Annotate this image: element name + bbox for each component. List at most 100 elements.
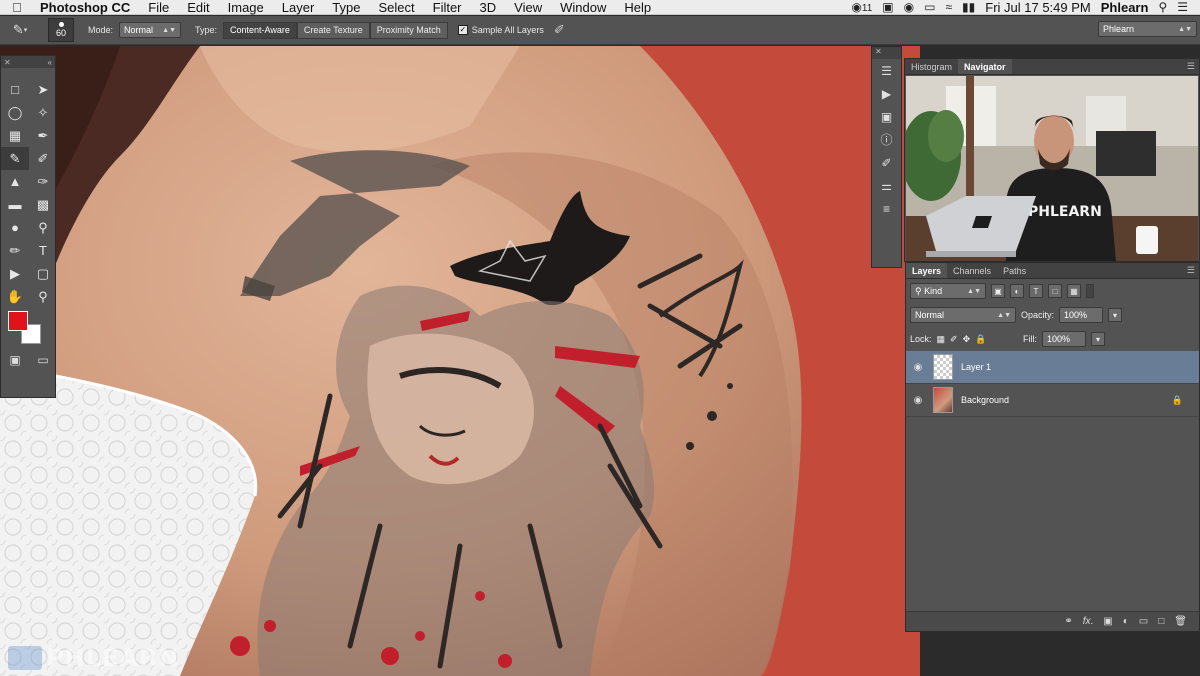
- type-create-texture[interactable]: Create Texture: [296, 21, 370, 39]
- new-group-icon[interactable]: ▭: [1139, 616, 1148, 627]
- eyedropper-tool-icon[interactable]: ✒: [29, 124, 57, 147]
- menu-file[interactable]: File: [139, 0, 178, 15]
- type-proximity-match[interactable]: Proximity Match: [369, 21, 448, 39]
- layer-filter-select[interactable]: ⚲ Kind ▲▼: [910, 283, 986, 299]
- lock-image-icon[interactable]: ✐: [950, 334, 958, 345]
- panel-menu-icon[interactable]: ☰: [1187, 263, 1199, 278]
- filter-toggle[interactable]: [1086, 284, 1094, 298]
- fill-slider-icon[interactable]: ▾: [1091, 332, 1105, 346]
- tools-panel-header[interactable]: ✕ «: [1, 56, 55, 68]
- creative-cloud-icon[interactable]: ◉11: [851, 0, 872, 14]
- spotlight-search-icon[interactable]: ⚲: [1158, 0, 1167, 14]
- menu-type[interactable]: Type: [323, 0, 369, 15]
- wifi-icon[interactable]: ≈: [945, 0, 952, 14]
- layer-name[interactable]: Background: [961, 395, 1009, 405]
- filter-smartobject-icon[interactable]: ▦: [1067, 284, 1081, 298]
- sample-all-layers-checkbox[interactable]: ✓ Sample All Layers: [457, 25, 544, 35]
- menu-filter[interactable]: Filter: [424, 0, 471, 15]
- opacity-field[interactable]: 100%: [1059, 307, 1104, 323]
- adjustment-layer-icon[interactable]: ◐: [1123, 616, 1129, 627]
- fill-field[interactable]: 100%: [1042, 331, 1086, 347]
- move-tool-icon[interactable]: ➤: [29, 78, 57, 101]
- pen-tool-icon[interactable]: ✏: [1, 239, 29, 262]
- panel-menu-icon[interactable]: ☰: [1187, 59, 1199, 74]
- apple-menu-icon[interactable]: : [0, 0, 34, 15]
- adjustments-panel-icon[interactable]: ▣: [872, 105, 901, 128]
- lock-transparency-icon[interactable]: ▦: [937, 334, 946, 345]
- blend-mode-select[interactable]: Normal ▲▼: [910, 307, 1016, 323]
- lasso-tool-icon[interactable]: ◯: [1, 101, 29, 124]
- link-layers-icon[interactable]: ⚭: [1064, 616, 1072, 627]
- menu-edit[interactable]: Edit: [178, 0, 218, 15]
- mode-select[interactable]: Normal ▲▼: [119, 22, 182, 38]
- eraser-tool-icon[interactable]: ▬: [1, 193, 29, 216]
- eye-icon[interactable]: ◉: [906, 395, 930, 406]
- tab-histogram[interactable]: Histogram: [905, 59, 958, 74]
- spot-healing-tool-icon[interactable]: ✎: [1, 147, 29, 170]
- clone-stamp-tool-icon[interactable]: ▲: [1, 170, 29, 193]
- layer-name[interactable]: Layer 1: [961, 362, 991, 372]
- menu-3d[interactable]: 3D: [471, 0, 506, 15]
- document-canvas[interactable]: PHLEARN: [0, 46, 920, 676]
- brush-size-picker[interactable]: 60: [48, 18, 74, 42]
- menu-image[interactable]: Image: [219, 0, 273, 15]
- menu-select[interactable]: Select: [369, 0, 423, 15]
- clock[interactable]: Fri Jul 17 5:49 PM: [985, 0, 1091, 15]
- user-menu[interactable]: Phlearn: [1101, 0, 1149, 15]
- tab-navigator[interactable]: Navigator: [958, 59, 1012, 74]
- actions-panel-icon[interactable]: ▶: [872, 82, 901, 105]
- history-panel-icon[interactable]: ☰: [872, 59, 901, 82]
- trash-icon[interactable]: 🗑: [1174, 616, 1187, 627]
- dodge-tool-icon[interactable]: ⚲: [29, 216, 57, 239]
- notification-center-icon[interactable]: ☰: [1177, 0, 1188, 14]
- airplay-icon[interactable]: ▭: [924, 0, 935, 14]
- history-brush-tool-icon[interactable]: ✑: [29, 170, 57, 193]
- menu-help[interactable]: Help: [615, 0, 660, 15]
- menu-layer[interactable]: Layer: [273, 0, 324, 15]
- layer-style-icon[interactable]: fx.: [1083, 616, 1094, 627]
- type-content-aware[interactable]: Content-Aware: [223, 21, 297, 39]
- blur-tool-icon[interactable]: ●: [1, 216, 29, 239]
- battery-icon[interactable]: ▮▮: [962, 0, 975, 14]
- spot-healing-brush-icon[interactable]: ✎ ▾: [6, 19, 34, 41]
- workspace-select[interactable]: Phlearn ▲▼: [1098, 21, 1197, 37]
- quick-selection-tool-icon[interactable]: ✧: [29, 101, 57, 124]
- gradient-tool-icon[interactable]: ▩: [29, 193, 57, 216]
- brush-tool-icon[interactable]: ✐: [29, 147, 57, 170]
- app-menu[interactable]: Photoshop CC: [34, 0, 139, 15]
- filter-shape-icon[interactable]: □: [1048, 284, 1062, 298]
- layer-row-layer-1[interactable]: ◉ Layer 1: [906, 351, 1199, 384]
- crop-tool-icon[interactable]: ▦: [1, 124, 29, 147]
- filter-adjustment-icon[interactable]: ◐: [1010, 284, 1024, 298]
- paragraph-panel-icon[interactable]: ≡: [872, 197, 901, 220]
- tab-paths[interactable]: Paths: [997, 263, 1032, 278]
- tab-channels[interactable]: Channels: [947, 263, 997, 278]
- zoom-tool-icon[interactable]: ⚲: [29, 285, 57, 308]
- marquee-tool-icon[interactable]: □: [1, 78, 29, 101]
- new-layer-icon[interactable]: □: [1158, 616, 1164, 627]
- layer-row-background[interactable]: ◉ Background 🔒: [906, 384, 1199, 417]
- lock-position-icon[interactable]: ✥: [963, 334, 971, 345]
- filter-pixel-icon[interactable]: ▣: [991, 284, 1005, 298]
- add-mask-icon[interactable]: ▣: [1103, 616, 1112, 627]
- menu-window[interactable]: Window: [551, 0, 615, 15]
- properties-panel-icon[interactable]: ⚌: [872, 174, 901, 197]
- collapse-icon[interactable]: «: [48, 58, 52, 67]
- brush-presets-icon[interactable]: ✐: [872, 151, 901, 174]
- lock-all-icon[interactable]: 🔒: [975, 334, 986, 345]
- foreground-color[interactable]: [8, 311, 28, 331]
- eye-icon[interactable]: ◉: [906, 362, 930, 373]
- strip-header[interactable]: ✕: [872, 47, 901, 59]
- tab-layers[interactable]: Layers: [906, 263, 948, 278]
- info-panel-icon[interactable]: ⓘ: [872, 128, 901, 151]
- record-icon[interactable]: ◉: [904, 0, 914, 14]
- path-selection-tool-icon[interactable]: ▶: [1, 262, 29, 285]
- pressure-brush-icon[interactable]: ✐: [554, 22, 565, 38]
- hand-tool-icon[interactable]: ✋: [1, 285, 29, 308]
- quick-mask-icon[interactable]: ▣: [9, 353, 20, 367]
- menu-view[interactable]: View: [505, 0, 551, 15]
- notification-icon[interactable]: ▣: [882, 0, 893, 14]
- type-tool-icon[interactable]: T: [29, 239, 57, 262]
- opacity-slider-icon[interactable]: ▾: [1108, 308, 1123, 322]
- shape-tool-icon[interactable]: ▢: [29, 262, 57, 285]
